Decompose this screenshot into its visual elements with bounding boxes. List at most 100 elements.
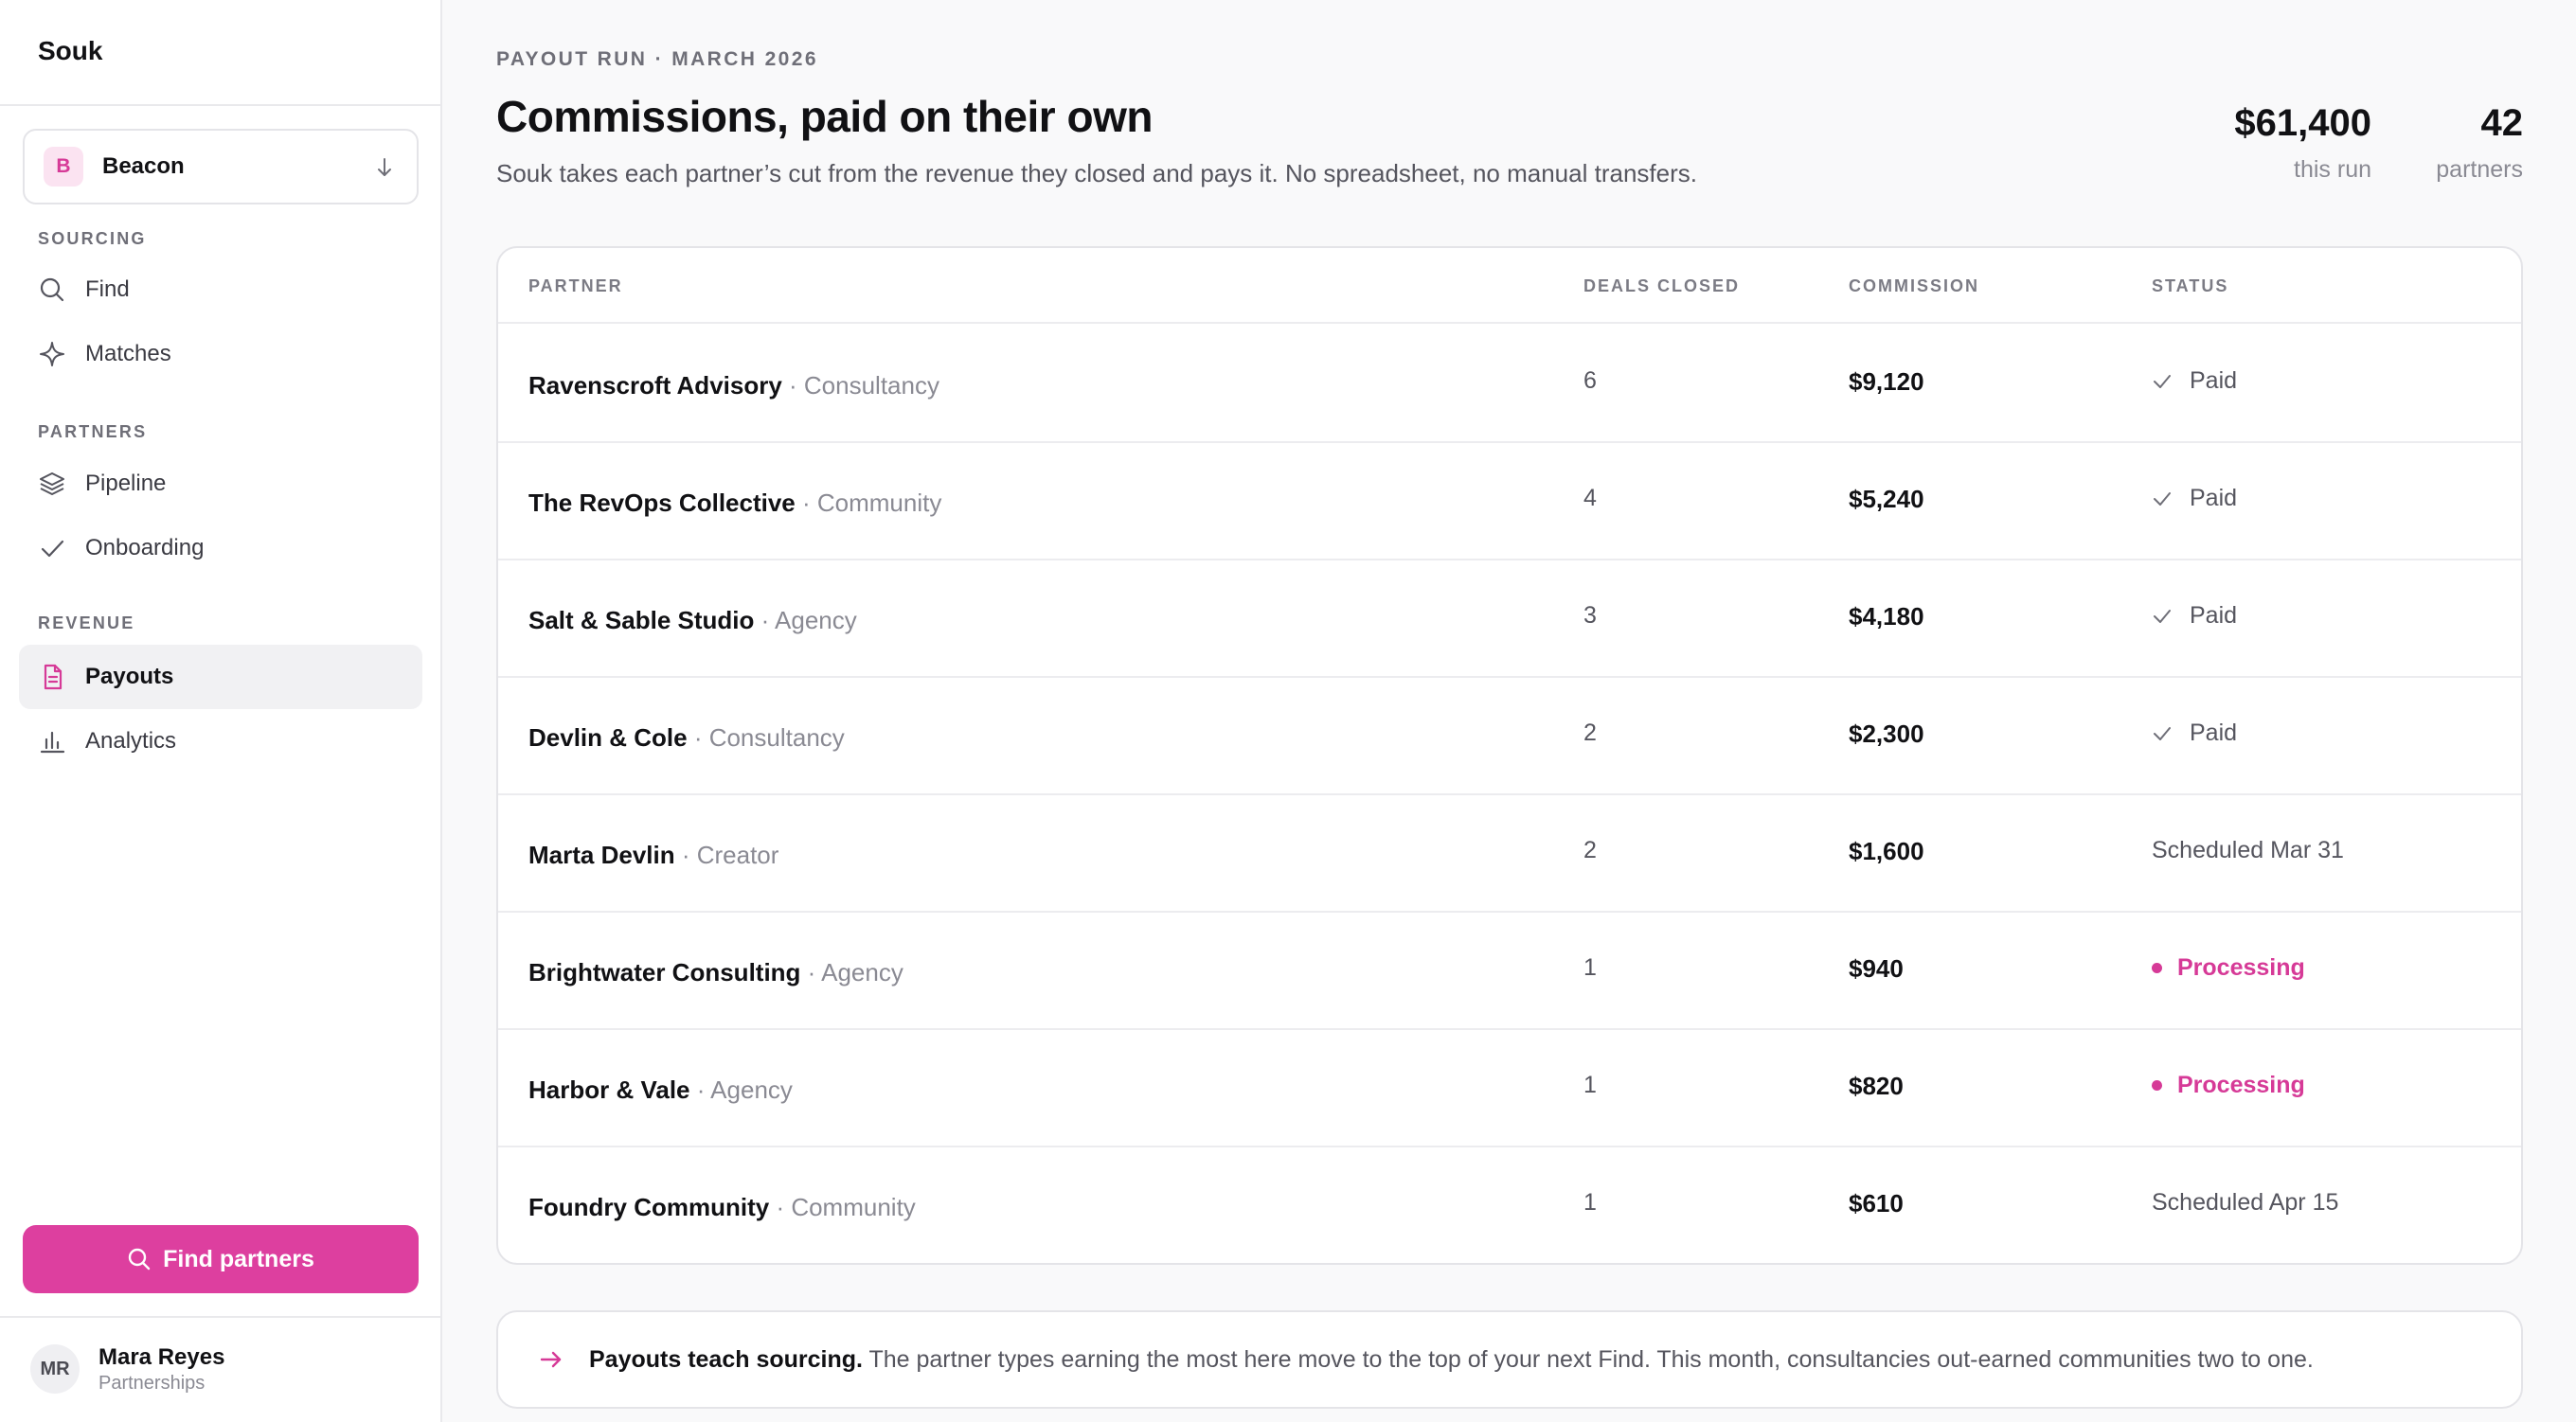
find-partners-label: Find partners	[163, 1245, 314, 1272]
sidebar-item-label: Analytics	[85, 728, 177, 754]
commission-amount: $9,120	[1849, 367, 1924, 396]
status-label: Paid	[2190, 720, 2238, 746]
partner-name: Salt & Sable Studio	[528, 606, 755, 634]
status-label: Processing	[2177, 954, 2305, 981]
check-icon	[2154, 374, 2171, 388]
partner-name: Brightwater Consulting	[528, 958, 801, 987]
table-row[interactable]: Brightwater Consulting · Agency 1 $940 Proc…	[498, 913, 2521, 1030]
table-row[interactable]: Ravenscroft Advisory · Consultancy 6 $9,12…	[498, 326, 2521, 443]
status-label: Paid	[2190, 602, 2238, 629]
status-badge: Paid	[2152, 602, 2237, 630]
page-eyebrow: PAYOUT RUN · MARCH 2026	[496, 48, 818, 70]
sidebar-item-matches[interactable]: Matches	[19, 322, 422, 386]
status-badge: Processing	[2152, 1072, 2305, 1099]
partner-type: · Consultancy	[687, 723, 845, 752]
section-label-partners: PARTNERS	[38, 422, 148, 441]
sidebar: Souk B Beacon SOURCING Find Matches PART…	[0, 0, 442, 1422]
commission-amount: $940	[1849, 954, 1904, 983]
stat-caption: this run	[2294, 156, 2371, 183]
brand-logo[interactable]: Souk	[38, 36, 102, 66]
stat-total-payout: $61,400 this run	[2234, 102, 2371, 184]
partner-cell[interactable]: Harbor & Vale · Agency	[528, 1075, 793, 1105]
page-title: Commissions, paid on their own	[496, 92, 1153, 141]
commission-amount: $2,300	[1849, 720, 1924, 748]
status-badge: Paid	[2152, 367, 2237, 395]
deals-closed: 4	[1583, 485, 1597, 511]
partner-name: Devlin & Cole	[528, 723, 688, 752]
status-label: Scheduled Mar 31	[2152, 837, 2344, 863]
partner-name: Harbor & Vale	[528, 1075, 690, 1104]
sidebar-item-analytics[interactable]: Analytics	[19, 709, 422, 773]
commission-amount: $5,240	[1849, 485, 1924, 513]
partner-name: Marta Devlin	[528, 841, 675, 869]
table-row[interactable]: The RevOps Collective · Community 4 $5,240…	[498, 443, 2521, 560]
status-badge: Scheduled Mar 31	[2152, 837, 2344, 864]
status-badge: Processing	[2152, 954, 2305, 982]
partner-cell[interactable]: Marta Devlin · Creator	[528, 841, 778, 870]
sparkle-icon	[38, 340, 66, 368]
section-label-revenue: REVENUE	[38, 613, 135, 632]
partner-type: · Agency	[800, 958, 903, 987]
status-label: Processing	[2177, 1072, 2305, 1098]
column-header-commission[interactable]: COMMISSION	[1849, 276, 1979, 296]
partner-name: Ravenscroft Advisory	[528, 371, 782, 400]
sidebar-item-pipeline[interactable]: Pipeline	[19, 452, 422, 516]
partner-cell[interactable]: Ravenscroft Advisory · Consultancy	[528, 371, 939, 400]
deals-closed: 6	[1583, 367, 1597, 394]
deals-closed: 3	[1583, 602, 1597, 629]
status-label: Scheduled Apr 15	[2152, 1189, 2339, 1216]
status-label: Paid	[2190, 367, 2238, 394]
partner-cell[interactable]: Salt & Sable Studio · Agency	[528, 606, 857, 635]
sidebar-item-find[interactable]: Find	[19, 258, 422, 322]
partner-name: The RevOps Collective	[528, 489, 796, 517]
sidebar-item-payouts[interactable]: Payouts	[19, 645, 422, 709]
page-subtitle: Souk takes each partner’s cut from the r…	[496, 159, 1697, 187]
column-header-partner[interactable]: PARTNER	[528, 276, 623, 296]
insight-note: Payouts teach sourcing. The partner type…	[496, 1310, 2523, 1409]
status-badge: Paid	[2152, 485, 2237, 512]
sidebar-item-onboarding[interactable]: Onboarding	[19, 516, 422, 580]
table-row[interactable]: Harbor & Vale · Agency 1 $820 Processing	[498, 1030, 2521, 1147]
user-name: Mara Reyes	[98, 1344, 225, 1370]
partner-name: Foundry Community	[528, 1193, 770, 1221]
workspace-badge: B	[44, 147, 83, 187]
payouts-table: PARTNER DEALS CLOSED COMMISSION STATUS R…	[496, 246, 2523, 1265]
insight-lead: Payouts teach sourcing.	[589, 1345, 863, 1373]
bar-chart-icon	[38, 727, 66, 755]
table-row[interactable]: Marta Devlin · Creator 2 $1,600 Scheduled M…	[498, 795, 2521, 913]
partner-cell[interactable]: Foundry Community · Community	[528, 1193, 916, 1222]
avatar[interactable]: MR	[30, 1344, 80, 1394]
user-role: Partnerships	[98, 1373, 206, 1394]
partner-type: · Community	[795, 489, 942, 517]
column-header-deals[interactable]: DEALS CLOSED	[1583, 276, 1740, 296]
partner-cell[interactable]: The RevOps Collective · Community	[528, 489, 941, 518]
commission-amount: $4,180	[1849, 602, 1924, 631]
deals-closed: 2	[1583, 720, 1597, 746]
table-row[interactable]: Foundry Community · Community 1 $610 Schedu…	[498, 1147, 2521, 1263]
divider	[0, 104, 440, 106]
workspace-name: Beacon	[102, 153, 185, 179]
find-partners-button[interactable]: Find partners	[23, 1225, 419, 1293]
table-row[interactable]: Salt & Sable Studio · Agency 3 $4,180 Paid	[498, 560, 2521, 678]
arrow-down-icon	[378, 158, 391, 176]
table-header: PARTNER DEALS CLOSED COMMISSION STATUS	[498, 248, 2521, 324]
commission-amount: $610	[1849, 1189, 1904, 1218]
deals-closed: 1	[1583, 954, 1597, 981]
divider	[0, 1316, 440, 1318]
workspace-switcher[interactable]: B Beacon	[23, 129, 419, 204]
partner-cell[interactable]: Devlin & Cole · Consultancy	[528, 723, 845, 753]
sidebar-item-label: Pipeline	[85, 471, 167, 496]
partner-type: · Community	[769, 1193, 916, 1221]
stat-caption: partners	[2436, 156, 2523, 183]
commission-amount: $820	[1849, 1072, 1904, 1100]
table-row[interactable]: Devlin & Cole · Consultancy 2 $2,300 Paid	[498, 678, 2521, 795]
stat-partner-count: 42 partners	[2436, 102, 2523, 184]
partner-type: · Consultancy	[781, 371, 939, 400]
column-header-status[interactable]: STATUS	[2152, 276, 2228, 296]
status-dot-icon	[2152, 963, 2162, 973]
status-badge: Scheduled Apr 15	[2152, 1189, 2338, 1217]
check-icon	[2154, 726, 2171, 740]
deals-closed: 2	[1583, 837, 1597, 863]
partner-cell[interactable]: Brightwater Consulting · Agency	[528, 958, 903, 987]
sidebar-item-label: Find	[85, 276, 130, 302]
